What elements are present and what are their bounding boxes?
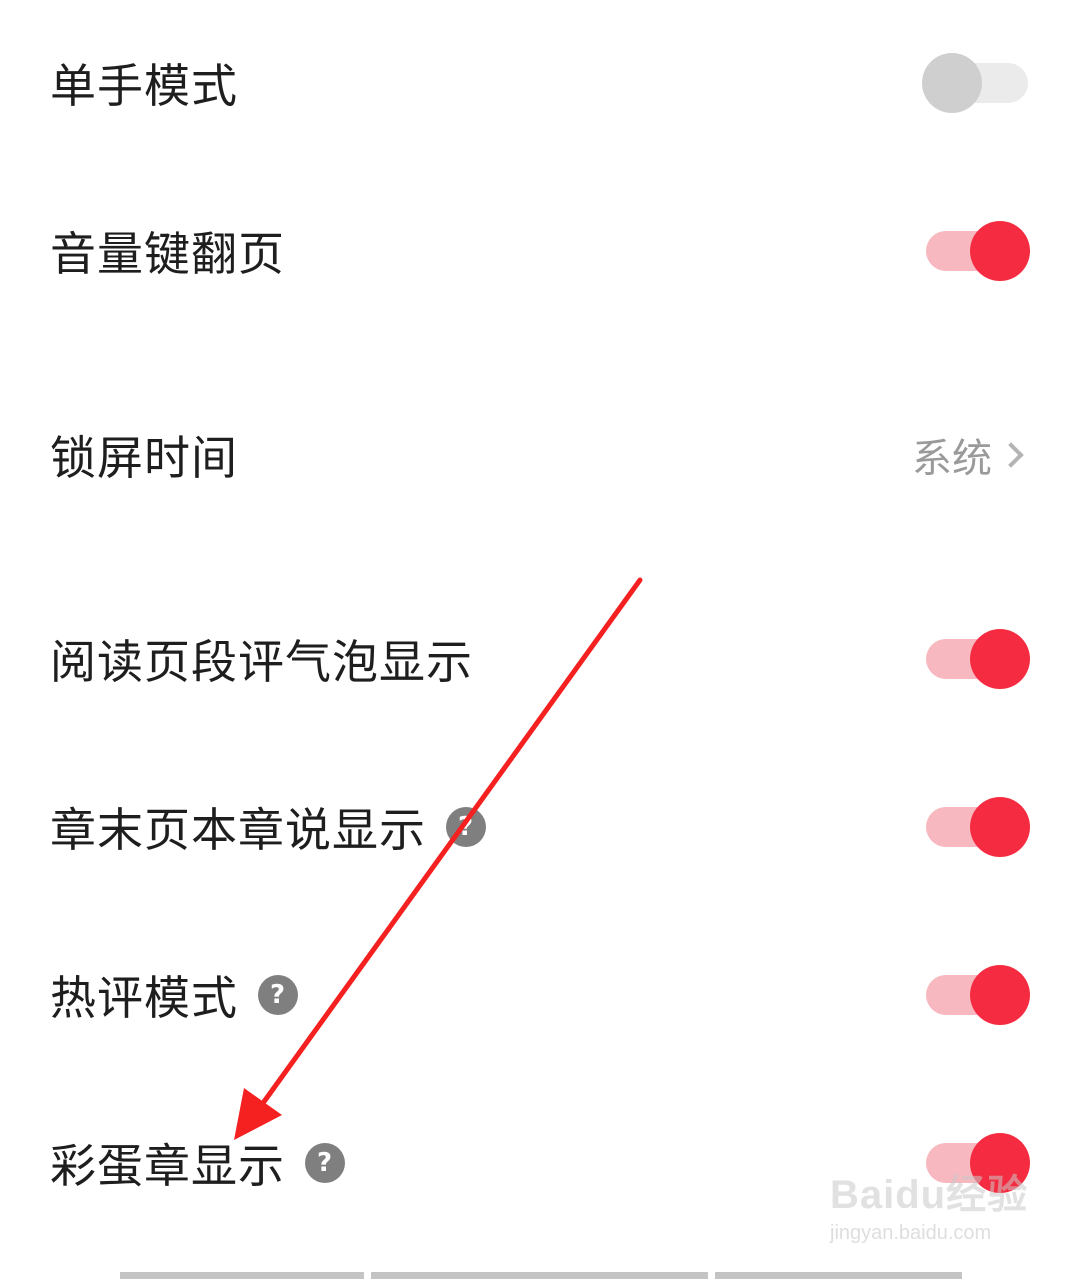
setting-row-one-hand-mode[interactable]: 单手模式 <box>0 23 1080 143</box>
setting-row-lock-screen-time[interactable]: 锁屏时间 系统 <box>0 395 1080 515</box>
setting-label: 阅读页段评气泡显示 <box>50 635 473 689</box>
toggle-knob <box>970 629 1030 689</box>
one-hand-mode-toggle[interactable] <box>922 53 1030 113</box>
toggle-knob <box>970 1133 1030 1193</box>
setting-label: 彩蛋章显示 <box>50 1139 285 1193</box>
question-mark-icon[interactable]: ? <box>305 1143 345 1183</box>
question-mark-icon[interactable]: ? <box>258 975 298 1015</box>
lock-screen-time-value-text: 系统 <box>912 436 992 482</box>
setting-row-volume-key-page-turn[interactable]: 音量键翻页 <box>0 191 1080 311</box>
chapter-end-comments-toggle[interactable] <box>922 797 1030 857</box>
hot-comment-mode-toggle[interactable] <box>922 965 1030 1025</box>
setting-row-paragraph-comment-bubble[interactable]: 阅读页段评气泡显示 <box>0 599 1080 719</box>
bottom-tab-indicators <box>120 1272 962 1279</box>
setting-label-wrap: 热评模式 ? <box>50 962 298 1028</box>
setting-label: 锁屏时间 <box>50 431 238 485</box>
toggle-knob <box>922 53 982 113</box>
bottom-bar <box>371 1272 708 1279</box>
setting-row-easter-egg-chapter[interactable]: 彩蛋章显示 ? <box>0 1103 1080 1223</box>
setting-label: 热评模式 <box>50 971 238 1025</box>
setting-label-wrap: 章末页本章说显示 ? <box>50 794 486 860</box>
volume-key-page-turn-toggle[interactable] <box>922 221 1030 281</box>
question-mark-icon[interactable]: ? <box>446 807 486 847</box>
easter-egg-chapter-toggle[interactable] <box>922 1133 1030 1193</box>
toggle-knob <box>970 221 1030 281</box>
lock-screen-time-value[interactable]: 系统 <box>912 426 1028 484</box>
paragraph-comment-bubble-toggle[interactable] <box>922 629 1030 689</box>
toggle-knob <box>970 965 1030 1025</box>
watermark-url: jingyan.baidu.com <box>830 1222 992 1244</box>
setting-label-wrap: 彩蛋章显示 ? <box>50 1130 345 1196</box>
setting-label: 章末页本章说显示 <box>50 803 426 857</box>
setting-label: 音量键翻页 <box>50 227 285 281</box>
setting-row-chapter-end-comments[interactable]: 章末页本章说显示 ? <box>0 767 1080 887</box>
toggle-knob <box>970 797 1030 857</box>
setting-row-hot-comment-mode[interactable]: 热评模式 ? <box>0 935 1080 1055</box>
chevron-right-icon <box>998 442 1024 468</box>
setting-label: 单手模式 <box>50 59 238 113</box>
bottom-bar <box>715 1272 962 1279</box>
bottom-bar <box>120 1272 364 1279</box>
